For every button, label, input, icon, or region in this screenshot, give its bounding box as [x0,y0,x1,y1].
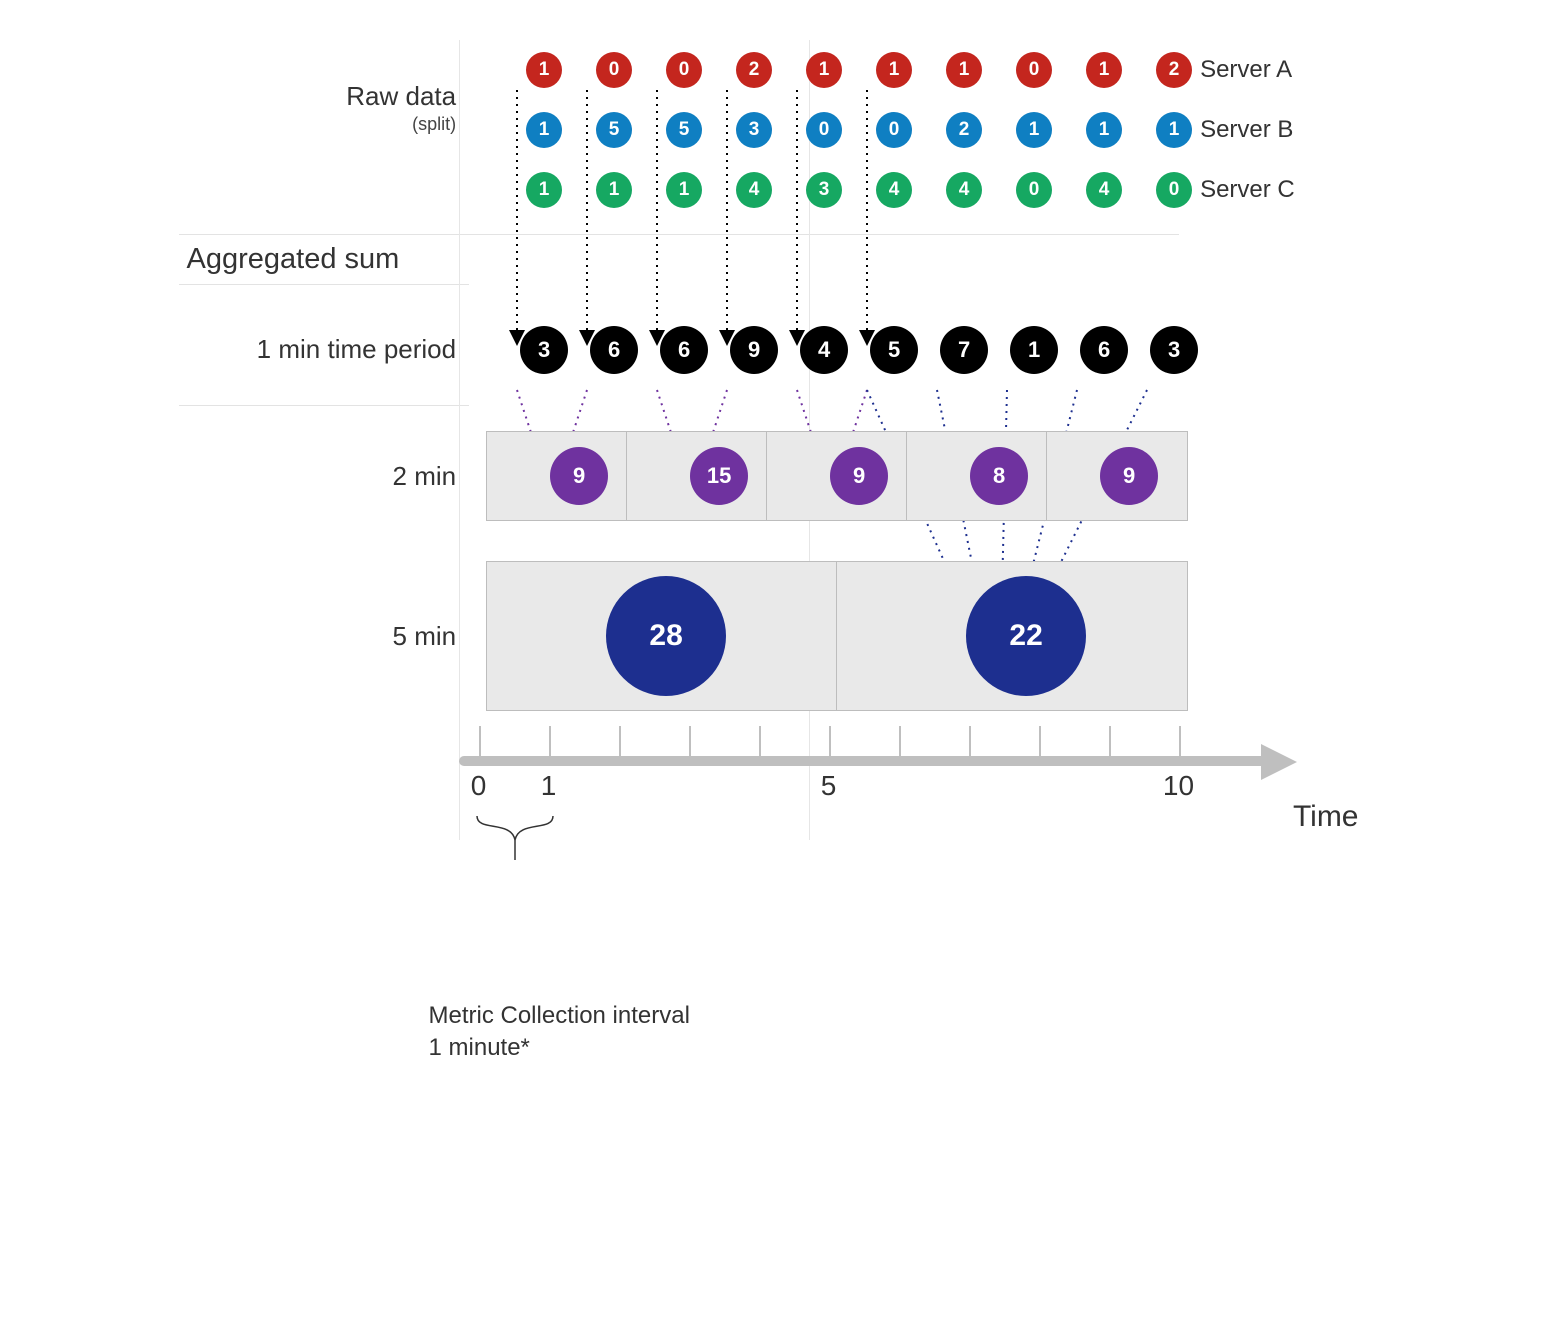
datapoint: 4 [736,172,772,208]
row-2min: 9 15 9 8 9 [486,431,1180,521]
datapoint: 1 [526,112,562,148]
datapoint: 2 [1156,52,1192,88]
agg-point: 3 [1150,326,1198,374]
agg-point: 15 [690,447,748,505]
datapoint: 4 [946,172,982,208]
agg-point: 7 [940,326,988,374]
datapoint: 0 [666,52,702,88]
datapoint: 1 [666,172,702,208]
agg-point: 9 [830,447,888,505]
datapoint: 1 [1086,112,1122,148]
divider [179,284,469,285]
datapoint: 2 [736,52,772,88]
brace-icon [473,812,563,862]
row-server-c: 1 1 1 4 3 4 4 0 4 0 [486,160,1180,220]
agg-point: 5 [870,326,918,374]
agg-point: 9 [730,326,778,374]
datapoint: 0 [596,52,632,88]
datapoint: 1 [946,52,982,88]
agg-point: 22 [966,576,1086,696]
agg-point: 9 [550,447,608,505]
datapoint: 2 [946,112,982,148]
row-server-a: 1 0 0 2 1 1 1 0 1 2 [486,40,1180,100]
datapoint: 3 [736,112,772,148]
aggregation-diagram: Raw data (split) 1 0 0 2 1 1 1 0 1 2 Ser… [179,40,1379,806]
agg-point: 6 [660,326,708,374]
label-2min: 2 min [393,461,457,491]
agg-point: 1 [1010,326,1058,374]
label-server-b: Server B [1180,116,1378,144]
agg-point: 3 [520,326,568,374]
datapoint: 1 [526,52,562,88]
row-server-b: 1 5 5 3 0 0 2 1 1 1 [486,100,1180,160]
datapoint: 1 [1086,52,1122,88]
label-aggregated-sum: Aggregated sum [179,235,1379,284]
datapoint: 1 [1016,112,1052,148]
datapoint: 4 [876,172,912,208]
datapoint: 1 [596,172,632,208]
datapoint: 0 [876,112,912,148]
datapoint: 5 [596,112,632,148]
label-server-a: Server A [1180,56,1378,84]
datapoint: 3 [806,172,842,208]
agg-point: 8 [970,447,1028,505]
datapoint: 0 [1016,172,1052,208]
row-1min: 3 6 6 9 4 5 7 1 6 3 [486,320,1180,380]
footnote: Metric Collection interval 1 minute* [429,1000,690,1065]
label-time: Time [1293,800,1359,834]
label-5min: 5 min [393,621,457,651]
datapoint: 4 [1086,172,1122,208]
row-5min: 28 22 [486,561,1180,711]
datapoint: 1 [526,172,562,208]
agg-point: 6 [1080,326,1128,374]
datapoint: 1 [806,52,842,88]
datapoint: 1 [1156,112,1192,148]
label-1min: 1 min time period [257,334,456,364]
tick-5: 5 [821,770,837,802]
label-server-c: Server C [1180,176,1378,204]
tick-1: 1 [541,770,557,802]
agg-point: 6 [590,326,638,374]
agg-point: 28 [606,576,726,696]
time-axis: 0 1 5 10 Time [459,716,1279,806]
datapoint: 0 [1156,172,1192,208]
divider [179,405,469,406]
tick-0: 0 [471,770,487,802]
datapoint: 5 [666,112,702,148]
datapoint: 1 [876,52,912,88]
arrow-icon [1261,744,1297,780]
tick-10: 10 [1163,770,1194,802]
datapoint: 0 [806,112,842,148]
datapoint: 0 [1016,52,1052,88]
agg-point: 4 [800,326,848,374]
agg-point: 9 [1100,447,1158,505]
